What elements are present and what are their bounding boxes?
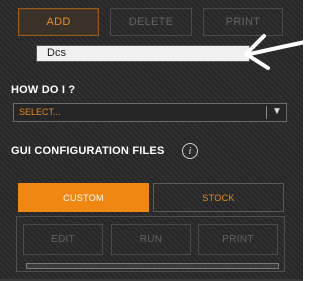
edit-button[interactable]: EDIT xyxy=(23,224,103,255)
add-button[interactable]: ADD xyxy=(18,8,99,36)
info-icon[interactable]: i xyxy=(182,143,198,159)
name-input[interactable]: Dcs xyxy=(36,45,250,62)
delete-button[interactable]: DELETE xyxy=(110,8,192,36)
print-config-button[interactable]: PRINT xyxy=(198,224,278,255)
select-divider xyxy=(266,106,267,119)
horizontal-scrollbar[interactable] xyxy=(26,263,279,269)
select-value: SELECT... xyxy=(19,107,61,117)
tab-stock[interactable]: STOCK xyxy=(153,183,284,212)
annotation-arrow-icon xyxy=(244,34,334,70)
run-button[interactable]: RUN xyxy=(111,224,191,255)
gui-config-files-label: GUI CONFIGURATION FILES xyxy=(11,145,165,157)
how-do-i-select[interactable]: SELECT... ▼ xyxy=(13,103,287,122)
tab-custom[interactable]: CUSTOM xyxy=(18,183,149,212)
how-do-i-label: HOW DO I ? xyxy=(11,84,76,96)
chevron-down-icon[interactable]: ▼ xyxy=(272,106,282,117)
